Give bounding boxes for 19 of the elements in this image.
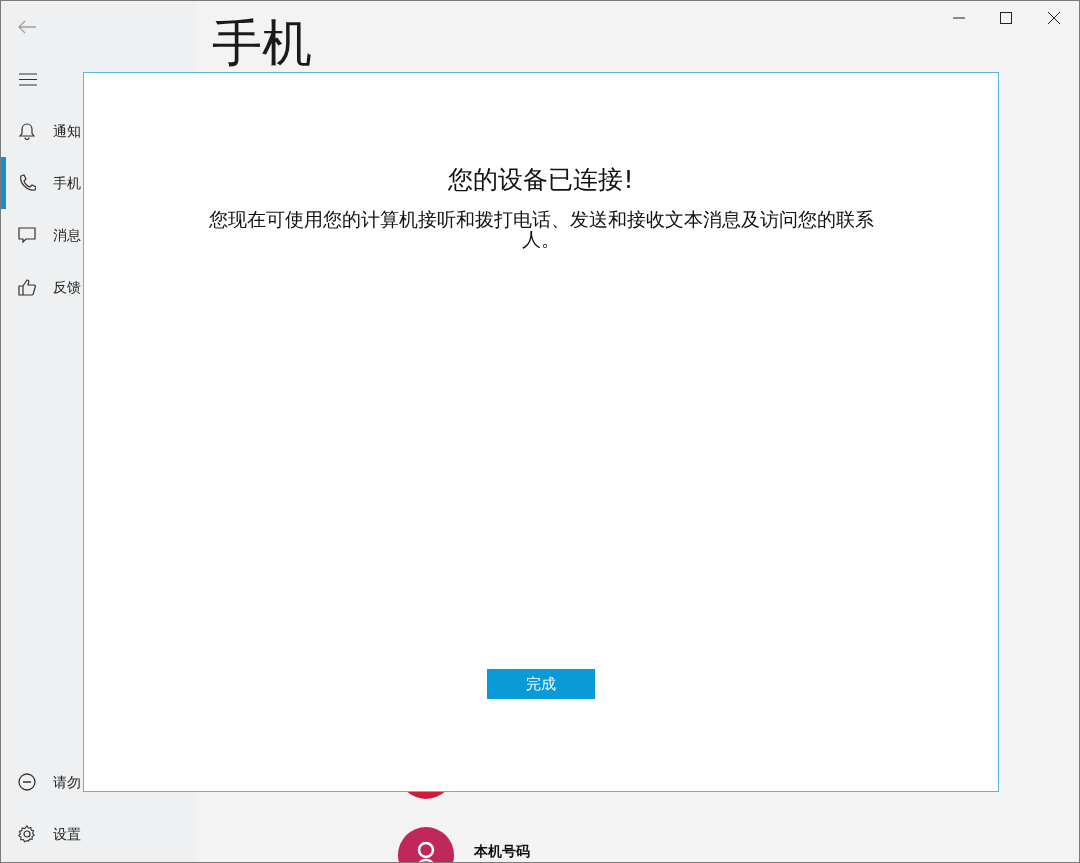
sidebar-item[interactable]: 通知	[1, 105, 196, 157]
speech-bubble-icon	[18, 226, 36, 244]
phone-icon	[18, 174, 36, 192]
minus-circle-icon	[18, 773, 36, 791]
close-icon[interactable]	[1048, 12, 1060, 24]
thumbs-up-icon	[18, 278, 36, 296]
dialog-title: 您的设备已连接!	[448, 164, 634, 196]
dialog-message: 您现在可使用您的计算机接听和拨打电话、发送和接收文本消息及访问您的联系人。	[207, 208, 875, 249]
sidebar-item[interactable]: 手机	[1, 157, 196, 209]
sidebar-item[interactable]: 设置	[1, 808, 196, 860]
sidebar-item[interactable]: 反馈	[1, 261, 196, 313]
row-label: 本机号码	[474, 843, 530, 859]
sidebar-item[interactable]: 请勿	[1, 756, 196, 808]
bell-icon	[18, 122, 36, 140]
page-title: 手机	[212, 13, 312, 73]
settings-icon	[18, 825, 36, 843]
maximize-icon[interactable]	[1000, 12, 1012, 24]
sidebar-item[interactable]: 消息	[1, 209, 196, 261]
menu-icon[interactable]	[19, 72, 37, 86]
